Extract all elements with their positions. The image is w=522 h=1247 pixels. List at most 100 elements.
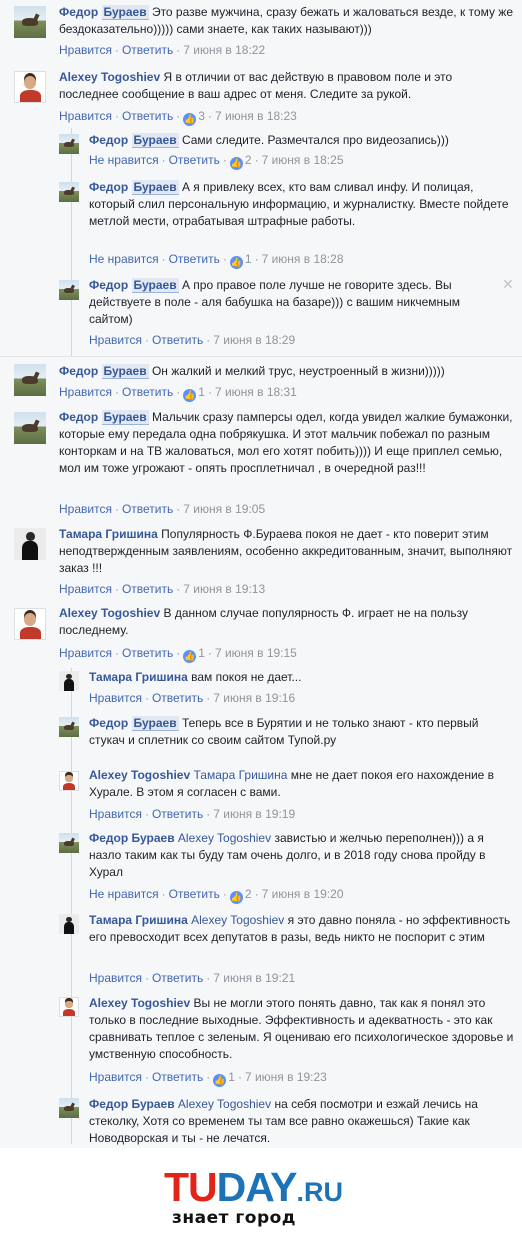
like-count[interactable]: 3 bbox=[198, 109, 205, 123]
reply-link[interactable]: Ответить bbox=[152, 971, 203, 985]
man-avatar[interactable] bbox=[14, 608, 46, 640]
comment-time[interactable]: 7 июня в 18:31 bbox=[215, 385, 297, 399]
like-count[interactable]: 1 bbox=[228, 1070, 235, 1084]
logo-tagline: знает город bbox=[172, 1208, 297, 1228]
reply-link[interactable]: Ответить bbox=[122, 109, 173, 123]
like-link[interactable]: Нравится bbox=[59, 43, 112, 57]
comment-actions: Нравится · Ответить · 👍 1 · 7 июня в 18:31 bbox=[59, 385, 297, 402]
comment-actions: Нравится · Ответить · 7 июня в 19:13 bbox=[59, 582, 266, 596]
comment-time[interactable]: 7 июня в 18:28 bbox=[262, 252, 344, 266]
like-link[interactable]: Нравится bbox=[89, 691, 142, 705]
reply-link[interactable]: Ответить bbox=[122, 385, 173, 399]
comment-author[interactable]: Alexey Togoshiev bbox=[59, 606, 160, 620]
woman-avatar[interactable] bbox=[59, 671, 79, 691]
close-icon[interactable]: ✕ bbox=[502, 276, 514, 293]
comment-author[interactable]: Федор Бураев bbox=[59, 364, 149, 379]
woman-avatar[interactable] bbox=[59, 914, 79, 934]
like-link[interactable]: Нравится bbox=[59, 646, 112, 660]
horse-avatar[interactable] bbox=[14, 364, 46, 396]
like-link[interactable]: Нравится bbox=[59, 502, 112, 516]
reply-link[interactable]: Ответить bbox=[152, 691, 203, 705]
like-link[interactable]: Нравится bbox=[89, 333, 142, 347]
horse-avatar[interactable] bbox=[59, 134, 79, 154]
comment-author[interactable]: Alexey Togoshiev bbox=[89, 996, 190, 1010]
reply-link[interactable]: Ответить bbox=[122, 646, 173, 660]
thumbs-up-icon: 👍 bbox=[183, 389, 197, 402]
comment-time[interactable]: 7 июня в 19:05 bbox=[183, 502, 265, 516]
reply-link[interactable]: Ответить bbox=[169, 153, 220, 167]
comment-body: Alexey Togoshiev Я в отличии от вас дейс… bbox=[59, 69, 514, 103]
comment-time[interactable]: 7 июня в 19:15 bbox=[215, 646, 297, 660]
horse-avatar[interactable] bbox=[59, 182, 79, 202]
horse-avatar[interactable] bbox=[59, 717, 79, 737]
horse-avatar[interactable] bbox=[59, 280, 79, 300]
like-link[interactable]: Не нравится bbox=[89, 252, 159, 266]
comment-author[interactable]: Alexey Togoshiev bbox=[89, 768, 190, 782]
horse-avatar[interactable] bbox=[59, 833, 79, 853]
comment-author[interactable]: Тамара Гришина bbox=[89, 670, 188, 684]
comment-author[interactable]: Федор Бураев bbox=[59, 5, 149, 20]
horse-avatar[interactable] bbox=[14, 6, 46, 38]
comment-author[interactable]: Федор Бураев bbox=[89, 180, 179, 195]
woman-avatar[interactable] bbox=[14, 528, 46, 560]
reply-link[interactable]: Ответить bbox=[152, 1070, 203, 1084]
comment-time[interactable]: 7 июня в 18:22 bbox=[183, 43, 265, 57]
like-link[interactable]: Нравится bbox=[59, 385, 112, 399]
comment-time[interactable]: 7 июня в 18:29 bbox=[213, 333, 295, 347]
like-count[interactable]: 1 bbox=[198, 385, 205, 399]
comment-actions: Не нравится · Ответить · 👍 2 · 7 июня в 19:20 bbox=[89, 887, 344, 904]
comment-time[interactable]: 7 июня в 19:19 bbox=[213, 807, 295, 821]
like-link[interactable]: Нравится bbox=[59, 109, 112, 123]
comment-author[interactable]: Alexey Togoshiev bbox=[59, 70, 160, 84]
reply-link[interactable]: Ответить bbox=[169, 252, 220, 266]
like-count[interactable]: 2 bbox=[245, 153, 252, 167]
comment-author[interactable]: Федор Бураев bbox=[89, 278, 179, 293]
comment-mention[interactable]: Alexey Togoshiev bbox=[178, 831, 271, 845]
comment-actions: Нравится · Ответить · 7 июня в 18:22 bbox=[59, 43, 266, 57]
comment-time[interactable]: 7 июня в 19:23 bbox=[245, 1070, 327, 1084]
horse-avatar[interactable] bbox=[14, 412, 46, 444]
thumbs-up-icon: 👍 bbox=[229, 256, 243, 269]
comment-thread: Федор Бураев Это разве мужчина, сразу бе… bbox=[0, 0, 522, 1148]
reply-link[interactable]: Ответить bbox=[122, 502, 173, 516]
comment-time[interactable]: 7 июня в 19:20 bbox=[262, 887, 344, 901]
comment-body: Федор Бураев Это разве мужчина, сразу бе… bbox=[59, 4, 514, 38]
logo-ru: .RU bbox=[296, 1177, 343, 1207]
comment-time[interactable]: 7 июня в 18:25 bbox=[262, 153, 344, 167]
like-link[interactable]: Нравится bbox=[89, 807, 142, 821]
comment-time[interactable]: 7 июня в 19:16 bbox=[213, 691, 295, 705]
comment-actions: Нравится · Ответить · 👍 3 · 7 июня в 18:23 bbox=[59, 109, 297, 126]
like-link[interactable]: Нравится bbox=[59, 582, 112, 596]
comment-author[interactable]: Федор Бураев bbox=[89, 133, 179, 148]
reply-link[interactable]: Ответить bbox=[122, 582, 173, 596]
like-link[interactable]: Нравится bbox=[89, 971, 142, 985]
comment-mention[interactable]: Тамара Гришина bbox=[194, 768, 288, 782]
man-avatar[interactable] bbox=[59, 771, 79, 791]
like-count[interactable]: 1 bbox=[245, 252, 252, 266]
comment-author[interactable]: Тамара Гришина bbox=[89, 913, 188, 927]
like-count[interactable]: 2 bbox=[245, 887, 252, 901]
comment-author[interactable]: Тамара Гришина bbox=[59, 527, 158, 541]
comment-time[interactable]: 7 июня в 19:13 bbox=[183, 582, 265, 596]
comment-author[interactable]: Федор Бураев bbox=[89, 716, 179, 731]
reply-link[interactable]: Ответить bbox=[169, 887, 220, 901]
comment-time[interactable]: 7 июня в 19:21 bbox=[213, 971, 295, 985]
comment-body: Федор Бураев Теперь все в Бурятии и не т… bbox=[89, 715, 514, 749]
horse-avatar[interactable] bbox=[59, 1098, 79, 1118]
comment-author[interactable]: Федор Бураев bbox=[59, 410, 149, 425]
like-count[interactable]: 1 bbox=[198, 646, 205, 660]
reply-link[interactable]: Ответить bbox=[122, 43, 173, 57]
comment-time[interactable]: 7 июня в 18:23 bbox=[215, 109, 297, 123]
like-link[interactable]: Не нравится bbox=[89, 887, 159, 901]
reply-link[interactable]: Ответить bbox=[152, 807, 203, 821]
man-avatar[interactable] bbox=[59, 997, 79, 1017]
like-link[interactable]: Не нравится bbox=[89, 153, 159, 167]
like-link[interactable]: Нравится bbox=[89, 1070, 142, 1084]
man-avatar[interactable] bbox=[14, 71, 46, 103]
tuday-logo[interactable]: TUDAY.RU bbox=[164, 1166, 349, 1208]
reply-link[interactable]: Ответить bbox=[152, 333, 203, 347]
comment-author[interactable]: Федор Бураев bbox=[89, 831, 175, 845]
comment-mention[interactable]: Alexey Togoshiev bbox=[178, 1097, 271, 1111]
comment-author[interactable]: Федор Бураев bbox=[89, 1097, 175, 1111]
comment-mention[interactable]: Alexey Togoshiev bbox=[191, 913, 284, 927]
